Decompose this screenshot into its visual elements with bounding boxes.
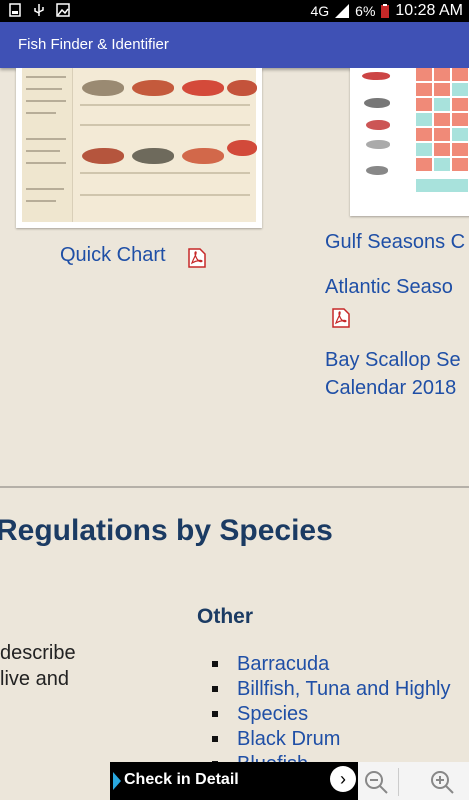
atlantic-seasons-link[interactable]: Atlantic Seaso: [325, 276, 453, 299]
intro-line: live and: [0, 668, 69, 690]
zoom-out-icon[interactable]: [362, 768, 390, 796]
battery-level: 6%: [355, 3, 376, 19]
ad-choices-icon[interactable]: [112, 770, 122, 792]
list-item[interactable]: Billfish, Tuna and Highly: [212, 677, 450, 702]
network-indicator: 4G: [310, 3, 330, 19]
other-heading: Other: [197, 605, 254, 628]
other-species-list: Barracuda Billfish, Tuna and Highly Spec…: [212, 652, 450, 777]
bay-scallop-link-line2[interactable]: Calendar 2018: [325, 377, 456, 400]
list-item[interactable]: Barracuda: [212, 652, 450, 677]
app-bar: Fish Finder & Identifier: [0, 22, 469, 68]
status-bar: 4G 6% 10:28 AM: [0, 0, 469, 22]
intro-paragraph: describe live and: [0, 640, 110, 692]
app-title: Fish Finder & Identifier: [18, 36, 169, 53]
ad-label[interactable]: Check in Detail: [124, 771, 239, 789]
usb-icon: [34, 4, 44, 16]
battery-icon: [381, 4, 390, 18]
zoom-separator: [398, 768, 399, 796]
bay-scallop-link[interactable]: Bay Scallop Se: [325, 349, 461, 372]
pdf-icon[interactable]: [188, 248, 206, 268]
pdf-icon[interactable]: [332, 308, 350, 328]
ad-button[interactable]: Check in Detail ›: [110, 762, 358, 800]
list-item-continuation[interactable]: Species: [212, 702, 450, 727]
section-heading: Regulations by Species: [0, 514, 333, 547]
clock: 10:28 AM: [395, 2, 463, 19]
section-divider: [0, 486, 469, 488]
intro-line: describe: [0, 642, 76, 664]
gulf-seasons-link[interactable]: Gulf Seasons C: [325, 231, 465, 254]
list-item[interactable]: Black Drum: [212, 727, 450, 752]
ad-arrow-icon[interactable]: ›: [330, 766, 356, 792]
image-icon: [56, 3, 70, 17]
seasons-calendar-thumbnail[interactable]: [350, 68, 469, 216]
gallery-icon: [9, 3, 21, 17]
quick-chart-link[interactable]: Quick Chart: [60, 244, 166, 267]
ad-banner[interactable]: Check in Detail ›: [110, 762, 469, 800]
signal-icon: [335, 4, 350, 18]
webview-content[interactable]: Quick Chart Gulf Seasons C Atlantic Seas…: [0, 68, 469, 800]
quick-chart-thumbnail[interactable]: [16, 68, 262, 228]
zoom-in-icon[interactable]: [428, 768, 456, 796]
